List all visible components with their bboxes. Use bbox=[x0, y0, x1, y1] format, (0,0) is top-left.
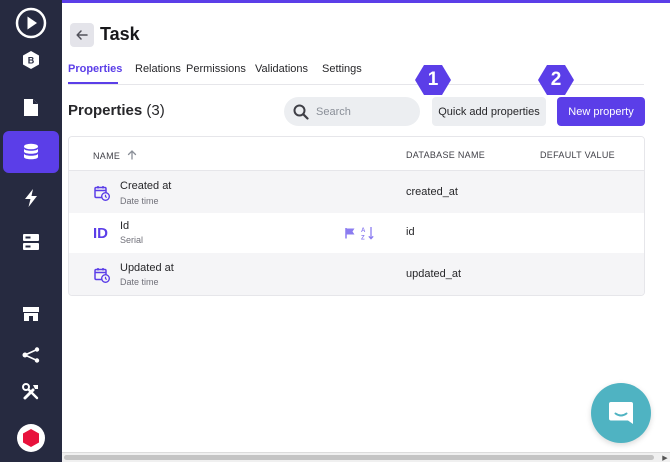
scroll-right-arrow-icon[interactable]: ▶ bbox=[660, 453, 670, 462]
table-row[interactable]: Created at Date time created_at bbox=[69, 171, 644, 213]
tab-permissions[interactable]: Permissions bbox=[186, 63, 246, 75]
quick-add-properties-button[interactable]: Quick add properties bbox=[432, 97, 546, 126]
property-type: Date time bbox=[120, 196, 159, 206]
chat-button[interactable] bbox=[591, 383, 651, 443]
database-icon[interactable] bbox=[0, 142, 62, 162]
search-icon bbox=[292, 103, 310, 121]
callout-badge-1: 1 bbox=[414, 64, 452, 96]
tab-properties[interactable]: Properties bbox=[68, 63, 122, 75]
chat-bubble-icon bbox=[609, 402, 633, 424]
table-row[interactable]: Updated at Date time updated_at bbox=[69, 253, 644, 295]
scrollbar-thumb[interactable] bbox=[64, 455, 654, 460]
top-accent-bar bbox=[62, 0, 670, 3]
sidebar: B bbox=[0, 0, 62, 462]
database-name: updated_at bbox=[406, 268, 462, 280]
callout-badge-2-number: 2 bbox=[550, 69, 562, 90]
database-name: id bbox=[406, 226, 415, 238]
property-name: Created at bbox=[120, 180, 172, 192]
tools-icon[interactable] bbox=[0, 382, 62, 402]
property-name: Updated at bbox=[120, 262, 174, 274]
property-type: Serial bbox=[120, 235, 144, 245]
arrow-left-icon bbox=[76, 30, 88, 40]
column-header-name[interactable]: NAME bbox=[93, 150, 137, 161]
id-icon: ID bbox=[93, 225, 108, 242]
arrow-up-icon bbox=[127, 150, 137, 160]
store-icon[interactable] bbox=[0, 304, 62, 324]
flag-icon bbox=[345, 228, 355, 239]
horizontal-scrollbar[interactable]: ▶ bbox=[62, 452, 670, 462]
sort-az-letter-z: Z bbox=[361, 236, 365, 241]
properties-table: NAME DATABASE NAME DEFAULT VALUE Created… bbox=[68, 136, 645, 296]
search-box[interactable] bbox=[284, 97, 420, 126]
callout-badge-2: 2 bbox=[537, 64, 575, 96]
new-property-button[interactable]: New property bbox=[557, 97, 645, 126]
database-name: created_at bbox=[406, 186, 458, 198]
column-header-database-name[interactable]: DATABASE NAME bbox=[406, 150, 485, 160]
backend-hex-icon[interactable]: B bbox=[0, 50, 62, 70]
property-type: Date time bbox=[120, 277, 159, 287]
section-count: (3) bbox=[146, 102, 165, 119]
column-header-name-label: NAME bbox=[93, 151, 121, 161]
tab-relations[interactable]: Relations bbox=[135, 63, 181, 75]
back-button[interactable] bbox=[70, 23, 94, 47]
calendar-clock-icon bbox=[93, 184, 111, 202]
lightning-icon[interactable] bbox=[0, 188, 62, 208]
server-icon[interactable] bbox=[0, 232, 62, 252]
sort-az-letter-a: A bbox=[361, 228, 366, 234]
backend-hex-label: B bbox=[28, 56, 35, 66]
play-icon[interactable] bbox=[0, 6, 62, 40]
document-icon[interactable] bbox=[0, 97, 62, 117]
calendar-clock-icon bbox=[93, 266, 111, 284]
tab-settings[interactable]: Settings bbox=[322, 63, 362, 75]
column-header-default-value[interactable]: DEFAULT VALUE bbox=[540, 150, 615, 160]
sort-az-icon: AZ bbox=[361, 227, 374, 241]
table-header: NAME DATABASE NAME DEFAULT VALUE bbox=[69, 137, 644, 171]
callout-badge-1-number: 1 bbox=[427, 69, 439, 90]
share-icon[interactable] bbox=[0, 345, 62, 365]
section-title: Properties (3) bbox=[68, 102, 165, 119]
section-title-text: Properties bbox=[68, 102, 143, 119]
page-title: Task bbox=[100, 24, 140, 44]
table-row[interactable]: ID Id Serial AZ id bbox=[69, 213, 644, 253]
property-name: Id bbox=[120, 220, 130, 232]
brand-logo-icon[interactable] bbox=[0, 423, 62, 453]
search-input[interactable] bbox=[316, 105, 406, 118]
tab-validations[interactable]: Validations bbox=[255, 63, 308, 75]
